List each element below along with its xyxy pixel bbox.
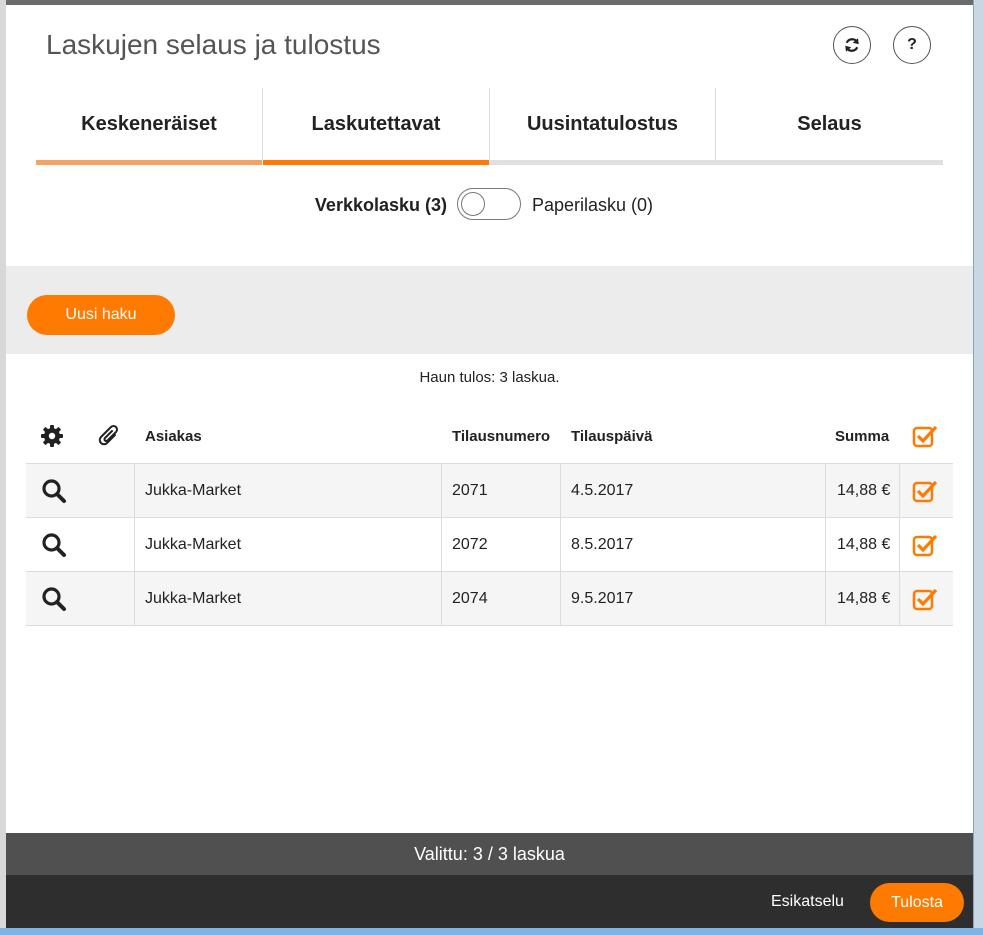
cell-divider [899, 572, 900, 625]
cell-customer: Jukka-Market [145, 535, 242, 553]
select-all-checkbox[interactable] [912, 409, 938, 463]
window-bottom-border [0, 928, 983, 935]
row-checkbox[interactable] [912, 464, 938, 517]
new-search-button[interactable]: Uusi haku [27, 295, 175, 335]
settings-button[interactable] [40, 409, 64, 463]
column-header-customer[interactable]: Asiakas [145, 409, 202, 463]
tab-selaus[interactable]: Selaus [716, 88, 943, 160]
cell-order-number: 2071 [452, 481, 488, 499]
dialog-title: Laskujen selaus ja tulostus [46, 29, 381, 60]
cell-divider [560, 572, 561, 625]
cell-order-number: 2074 [452, 589, 488, 607]
tab-bar: Keskeneräiset Laskutettavat Uusintatulos… [36, 88, 943, 165]
table-row[interactable]: Jukka-Market 2071 4.5.2017 14,88 € [26, 464, 953, 518]
cell-divider [899, 518, 900, 571]
table-row[interactable]: Jukka-Market 2074 9.5.2017 14,88 € [26, 572, 953, 626]
result-count: Haun tulos: 3 laskua. [419, 369, 560, 386]
help-button[interactable]: ? [893, 26, 931, 64]
cell-divider [899, 464, 900, 517]
tab-underline-inactive [489, 160, 943, 165]
view-invoice-button[interactable] [41, 572, 67, 625]
refresh-button[interactable] [833, 26, 871, 64]
background-scroll-edge [973, 0, 983, 935]
tab-laskutettavat[interactable]: Laskutettavat [263, 88, 489, 160]
search-icon [42, 586, 66, 611]
view-invoice-button[interactable] [41, 464, 67, 517]
cell-sum: 14,88 € [837, 481, 891, 499]
cell-divider [134, 572, 135, 625]
invoice-table: Asiakas Tilausnumero Tilauspäivä Summa J… [26, 409, 953, 626]
paper-invoice-label: Paperilasku (0) [532, 195, 654, 215]
checkbox-checked-icon [912, 480, 938, 502]
row-checkbox[interactable] [912, 572, 938, 625]
tab-label: Keskeneräiset [81, 112, 217, 135]
tab-keskeneraiset[interactable]: Keskeneräiset [36, 88, 262, 160]
dialog-footer: Esikatselu Tulosta [6, 875, 973, 928]
paperclip-icon [98, 424, 119, 446]
attachment-column [98, 409, 122, 463]
cell-divider [441, 518, 442, 571]
invoice-type-toggle-row: Verkkolasku (3) Paperilasku (0) [6, 187, 973, 223]
print-button[interactable]: Tulosta [870, 883, 964, 922]
checkbox-checked-icon [912, 534, 938, 556]
checkbox-checked-icon [912, 425, 938, 448]
print-label: Tulosta [891, 893, 943, 911]
invoice-dialog: Laskujen selaus ja tulostus ? Keskeneräi… [6, 5, 973, 928]
search-panel: Uusi haku [6, 266, 973, 354]
selection-status-text: Valittu: 3 / 3 laskua [414, 843, 565, 864]
preview-button[interactable]: Esikatselu [771, 875, 844, 928]
switch-knob [461, 191, 485, 216]
cell-divider [441, 464, 442, 517]
new-search-label: Uusi haku [65, 306, 137, 323]
column-header-order-date[interactable]: Tilauspäivä [571, 409, 652, 463]
cell-order-date: 4.5.2017 [571, 481, 634, 499]
column-header-sum[interactable]: Summa [835, 409, 889, 463]
e-invoice-label: Verkkolasku (3) [314, 195, 447, 215]
cell-divider [134, 518, 135, 571]
cell-sum: 14,88 € [837, 535, 891, 553]
gear-icon [41, 425, 63, 447]
cell-order-date: 8.5.2017 [571, 535, 634, 553]
cell-sum: 14,88 € [837, 589, 891, 607]
cell-divider [825, 464, 826, 517]
checkbox-checked-icon [912, 588, 938, 610]
search-icon [42, 478, 66, 503]
row-checkbox[interactable] [912, 518, 938, 571]
cell-divider [560, 518, 561, 571]
cell-order-number: 2072 [452, 535, 488, 553]
table-row[interactable]: Jukka-Market 2072 8.5.2017 14,88 € [26, 518, 953, 572]
invoice-type-switch[interactable] [457, 188, 521, 220]
tab-uusintatulostus[interactable]: Uusintatulostus [490, 88, 715, 160]
cell-divider [441, 572, 442, 625]
cell-customer: Jukka-Market [145, 481, 242, 499]
cell-customer: Jukka-Market [145, 589, 242, 607]
selection-status: Valittu: 3 / 3 laskua [6, 833, 973, 875]
cell-order-date: 9.5.2017 [571, 589, 634, 607]
cell-divider [825, 518, 826, 571]
tab-underline-active [263, 160, 489, 165]
view-invoice-button[interactable] [41, 518, 67, 571]
refresh-icon [845, 38, 859, 52]
cell-divider [825, 572, 826, 625]
tab-underline-completed [36, 160, 262, 165]
tab-label: Uusintatulostus [526, 112, 679, 135]
search-icon [42, 532, 66, 557]
preview-label: Esikatselu [771, 892, 844, 910]
tab-label: Laskutettavat [311, 112, 441, 135]
cell-divider [134, 464, 135, 517]
cell-divider [560, 464, 561, 517]
help-icon: ? [907, 36, 917, 53]
table-header: Asiakas Tilausnumero Tilauspäivä Summa [26, 409, 953, 464]
tab-label: Selaus [797, 112, 862, 135]
column-header-order-number[interactable]: Tilausnumero [452, 409, 550, 463]
